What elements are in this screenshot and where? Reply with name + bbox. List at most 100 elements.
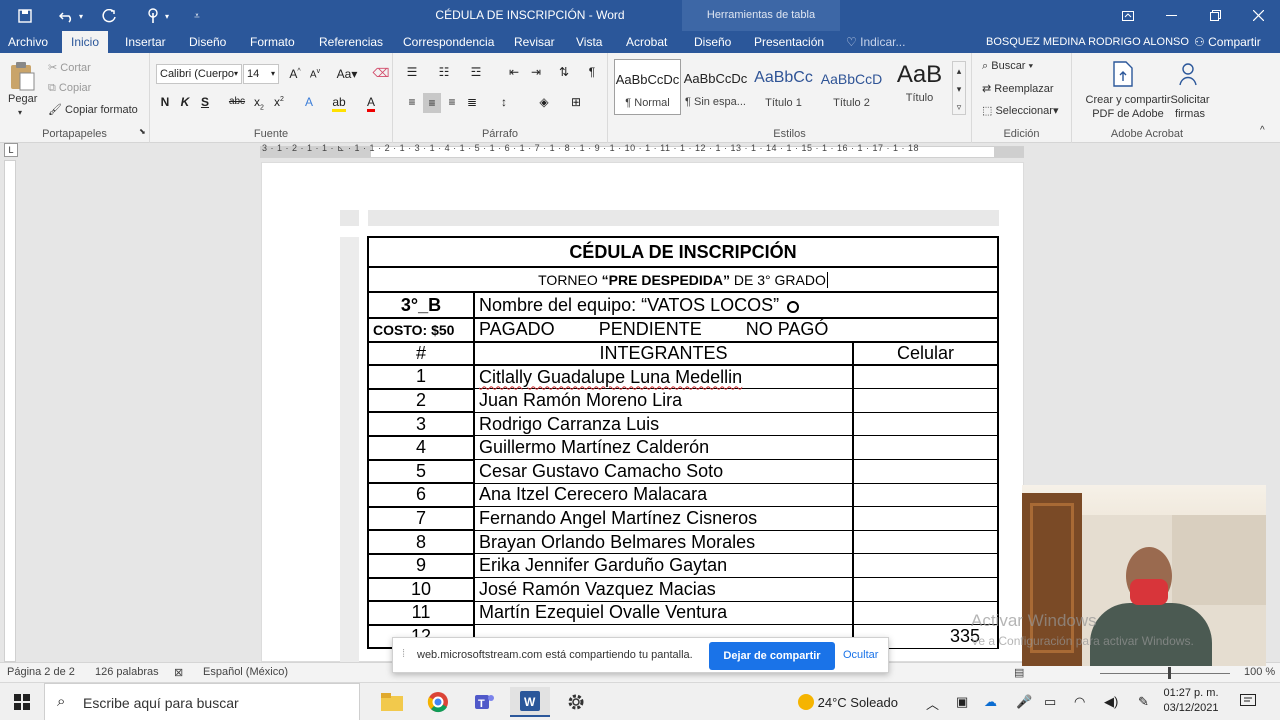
undo-dropdown-icon[interactable]: ▾ bbox=[74, 6, 88, 26]
bold-icon[interactable]: N bbox=[156, 95, 174, 109]
align-center-icon[interactable]: ≡ bbox=[423, 93, 441, 113]
clock[interactable]: 01:27 p. m. 03/12/2021 bbox=[1160, 686, 1222, 716]
styles-scroll-icon[interactable]: ▴ ▾ ▿ bbox=[952, 61, 966, 115]
tab-formato[interactable]: Formato bbox=[242, 31, 303, 53]
find-button[interactable]: ⌕ Buscar ▾ bbox=[982, 60, 1033, 73]
close-icon[interactable] bbox=[1236, 0, 1280, 31]
file-explorer-icon[interactable] bbox=[372, 687, 412, 717]
paste-icon[interactable] bbox=[8, 61, 36, 94]
bullets-icon[interactable]: ☰ bbox=[403, 65, 421, 79]
numbering-icon[interactable]: ☷ bbox=[435, 65, 453, 79]
phone-cell[interactable] bbox=[852, 459, 999, 484]
tab-revisar[interactable]: Revisar bbox=[506, 31, 563, 53]
col-number-header[interactable]: # bbox=[367, 340, 475, 367]
tab-vista[interactable]: Vista bbox=[568, 31, 610, 53]
tab-table-design[interactable]: Diseño bbox=[686, 31, 739, 53]
phone-cell[interactable] bbox=[852, 482, 999, 508]
save-icon[interactable] bbox=[12, 6, 38, 26]
dialog-launcher-icon[interactable]: ⬊ bbox=[139, 127, 146, 136]
justify-icon[interactable]: ≣ bbox=[463, 95, 481, 109]
proofing-icon[interactable]: ⊠ bbox=[174, 666, 183, 679]
document-title[interactable]: CÉDULA DE INSCRIPCIÓN bbox=[367, 236, 999, 268]
underline-icon[interactable]: S bbox=[196, 95, 214, 109]
windows-start-icon[interactable] bbox=[2, 687, 42, 717]
pilcrow-icon[interactable]: ¶ bbox=[583, 65, 601, 79]
cost-cell[interactable]: COSTO: $50 bbox=[367, 317, 475, 343]
font-size-select[interactable]: 14 ▾ bbox=[243, 64, 279, 84]
table-row[interactable]: 4 Guillermo Martínez Calderón bbox=[367, 434, 999, 461]
tab-inicio[interactable]: Inicio bbox=[62, 31, 109, 53]
volume-icon[interactable]: ◀) bbox=[1104, 694, 1118, 710]
wifi-icon[interactable]: ◠ bbox=[1074, 694, 1085, 710]
table-row[interactable]: 5 Cesar Gustavo Camacho Soto bbox=[367, 458, 999, 485]
phone-cell[interactable] bbox=[852, 506, 999, 531]
member-name[interactable]: Martín Ezequiel Ovalle Ventura bbox=[473, 600, 854, 626]
tab-presentacion[interactable]: Presentación bbox=[746, 31, 832, 53]
drag-handle-icon[interactable]: ⁞ bbox=[402, 648, 405, 660]
stop-sharing-button[interactable]: Dejar de compartir bbox=[709, 642, 835, 670]
word-taskbar-icon[interactable]: W bbox=[510, 687, 550, 717]
collapse-ribbon-icon[interactable]: ^ bbox=[1260, 125, 1265, 136]
device-icon[interactable]: ▣ bbox=[956, 694, 968, 710]
font-family-select[interactable]: Calibri (Cuerpo ▾ bbox=[156, 64, 242, 84]
grow-font-icon[interactable]: A^ bbox=[286, 67, 304, 81]
pen-icon[interactable]: ✎ bbox=[1138, 694, 1149, 710]
table-row[interactable]: 3 Rodrigo Carranza Luis bbox=[367, 411, 999, 437]
member-name[interactable]: Erika Jennifer Garduño Gaytan bbox=[473, 553, 854, 579]
borders-icon[interactable]: ⊞ bbox=[567, 95, 585, 109]
copy-button[interactable]: ⧉ Copiar bbox=[48, 82, 91, 95]
phone-cell[interactable] bbox=[852, 435, 999, 461]
weather-widget[interactable]: 24°C Soleado bbox=[798, 694, 898, 710]
align-right-icon[interactable]: ≡ bbox=[443, 95, 461, 109]
tab-selector-icon[interactable]: L bbox=[4, 143, 18, 157]
word-count[interactable]: 126 palabras bbox=[95, 666, 159, 678]
page-count[interactable]: Página 2 de 2 bbox=[7, 666, 75, 678]
request-signatures-button[interactable]: Solicitar firmas bbox=[1168, 93, 1212, 121]
paste-button[interactable]: Pegar bbox=[8, 93, 37, 105]
member-name[interactable]: Fernando Angel Martínez Cisneros bbox=[473, 506, 854, 531]
restore-icon[interactable] bbox=[1193, 0, 1237, 31]
registration-table[interactable]: CÉDULA DE INSCRIPCIÓN TORNEO “PRE DESPED… bbox=[367, 236, 999, 650]
teams-icon[interactable]: T bbox=[464, 687, 504, 717]
table-row[interactable]: 11 Martín Ezequiel Ovalle Ventura bbox=[367, 600, 999, 626]
highlight-icon[interactable]: ab bbox=[330, 95, 348, 112]
table-row[interactable]: 9 Erika Jennifer Garduño Gaytan bbox=[367, 552, 999, 579]
phone-cell[interactable] bbox=[852, 388, 999, 413]
row-selection-strip[interactable] bbox=[340, 237, 359, 662]
tab-diseno[interactable]: Diseño bbox=[181, 31, 234, 53]
tab-insertar[interactable]: Insertar bbox=[117, 31, 174, 53]
hide-button[interactable]: Ocultar bbox=[843, 649, 878, 661]
zoom-slider[interactable] bbox=[1100, 673, 1230, 674]
member-name[interactable]: Brayan Orlando Belmares Morales bbox=[473, 529, 854, 555]
create-pdf-button[interactable]: Crear y compartir PDF de Adobe bbox=[1078, 93, 1178, 121]
minimize-icon[interactable] bbox=[1149, 0, 1193, 31]
ribbon-display-icon[interactable] bbox=[1106, 0, 1150, 31]
font-color-icon[interactable]: A bbox=[362, 95, 380, 112]
shading-icon[interactable]: ◈ bbox=[535, 95, 553, 109]
align-left-icon[interactable]: ≡ bbox=[403, 95, 421, 109]
zoom-level[interactable]: 100 % bbox=[1244, 666, 1275, 678]
style-heading-1[interactable]: AaBbCc Título 1 bbox=[750, 59, 817, 115]
tab-correspondencia[interactable]: Correspondencia bbox=[395, 31, 502, 53]
style-title[interactable]: AaB Título bbox=[886, 59, 953, 115]
shrink-font-icon[interactable]: Av bbox=[306, 68, 324, 80]
taskbar-search[interactable]: ⌕ Escribe aquí para buscar bbox=[44, 683, 360, 720]
phone-cell[interactable] bbox=[852, 411, 999, 437]
increase-indent-icon[interactable]: ⇥ bbox=[527, 65, 545, 79]
user-name[interactable]: BOSQUEZ MEDINA RODRIGO ALONSO bbox=[986, 31, 1189, 53]
signature-icon[interactable] bbox=[1178, 61, 1202, 90]
phone-cell[interactable] bbox=[852, 553, 999, 579]
member-name[interactable]: Cesar Gustavo Camacho Soto bbox=[473, 459, 854, 484]
touch-dropdown-icon[interactable]: ▾ bbox=[160, 6, 174, 26]
member-name[interactable]: Guillermo Martínez Calderón bbox=[473, 435, 854, 461]
replace-button[interactable]: ⇄ Reemplazar bbox=[982, 82, 1054, 95]
line-spacing-icon[interactable]: ↕ bbox=[495, 95, 513, 109]
change-case-icon[interactable]: Aa▾ bbox=[334, 67, 360, 81]
table-row[interactable]: 1 Citlally Guadalupe Luna Medellin bbox=[367, 364, 999, 390]
tournament-subtitle[interactable]: TORNEO “PRE DESPEDIDA” DE 3° GRADO bbox=[367, 266, 999, 293]
cut-button[interactable]: ✂ Cortar bbox=[48, 61, 91, 74]
multilevel-list-icon[interactable]: ☲ bbox=[467, 65, 485, 79]
clear-formatting-icon[interactable]: ⌫ bbox=[372, 66, 390, 80]
table-row[interactable]: 10 José Ramón Vazquez Macias bbox=[367, 576, 999, 603]
pdf-icon[interactable] bbox=[1112, 61, 1134, 90]
